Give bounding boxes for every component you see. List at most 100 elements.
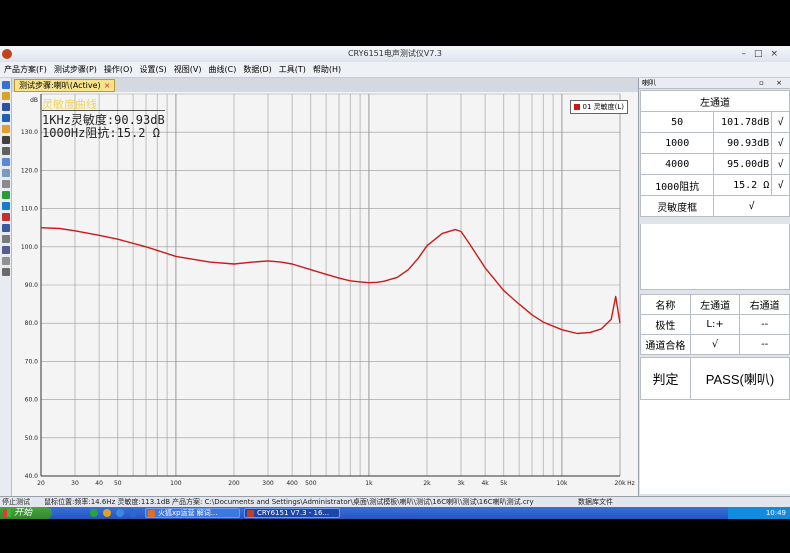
quicklaunch-icon[interactable]	[103, 509, 111, 517]
row-value: 90.93dB	[713, 132, 773, 154]
close-icon[interactable]: ×	[770, 49, 786, 59]
row-check: √	[771, 111, 790, 133]
tab-close-icon[interactable]: ×	[104, 81, 111, 90]
quicklaunch-icon[interactable]	[129, 509, 137, 517]
summary-header-name: 名称	[640, 294, 691, 315]
annotation-impedance: 1000Hz阻抗:15.2 Ω	[42, 126, 160, 140]
x-tick-label: 1k	[365, 480, 373, 487]
bottom-black-border	[0, 519, 790, 553]
play-icon[interactable]	[2, 191, 10, 199]
chart-icon[interactable]	[2, 180, 10, 188]
bars-icon[interactable]	[2, 246, 10, 254]
open-icon[interactable]	[2, 92, 10, 100]
plot-frame[interactable]: 40.0 50.0 60.0 70.0 80.0 90.0 100.0 110.0 120.0 1…	[12, 92, 638, 496]
table-row: 极性 L:+ --	[640, 314, 790, 335]
x-tick-label: 30	[71, 480, 79, 487]
y-tick-label: 90.0	[25, 282, 39, 289]
menu-curve[interactable]: 曲线(C)	[209, 64, 237, 75]
misc-icon[interactable]	[2, 268, 10, 276]
row-check: √	[771, 132, 790, 154]
row-value: 15.2 Ω	[713, 174, 773, 196]
verdict-label: 判定	[641, 358, 691, 399]
menu-settings[interactable]: 设置(S)	[139, 64, 166, 75]
print-icon[interactable]	[2, 136, 10, 144]
cursor-icon[interactable]	[2, 235, 10, 243]
menu-view[interactable]: 视图(V)	[174, 64, 202, 75]
y-tick-label: 130.0	[21, 129, 38, 136]
grid-icon[interactable]	[2, 169, 10, 177]
step-icon[interactable]	[2, 202, 10, 210]
row-label: 50	[639, 111, 715, 133]
row-check: √	[771, 153, 790, 175]
row-value: 95.00dB	[713, 153, 773, 175]
status-bar: 停止测试 鼠标位置:频率:14.6Hz 灵敏度:113.1dB 产品方案: C:…	[0, 496, 790, 507]
row-check: √	[713, 195, 790, 217]
table-row: 1000 90.93dB √	[639, 132, 790, 154]
y-tick-label: 50.0	[25, 435, 39, 442]
chart-legend: 01 灵敏度(L)	[569, 100, 628, 114]
result-panel: 喇叭 ▫ × 左通道 50 101.78dB √ 1000 90.93dB √ …	[638, 78, 790, 496]
panel-title: 喇叭	[642, 79, 656, 87]
menu-help[interactable]: 帮助(H)	[313, 64, 341, 75]
table-row: 50 101.78dB √	[639, 111, 790, 133]
app-icon	[247, 510, 254, 517]
x-tick-label: 3k	[457, 480, 465, 487]
window-titlebar[interactable]: CRY6151电声测试仪V7.3 –□×	[0, 46, 790, 62]
quicklaunch-icon[interactable]	[90, 509, 98, 517]
summary-cell: √	[689, 334, 741, 355]
window-icon[interactable]	[2, 158, 10, 166]
x-tick-label: 2k	[423, 480, 431, 487]
menu-file[interactable]: 产品方案(F)	[4, 64, 47, 75]
menu-tools[interactable]: 工具(T)	[279, 64, 306, 75]
status-state: 停止测试	[2, 498, 30, 506]
start-label: 开始	[14, 508, 33, 518]
tool-icon[interactable]	[2, 147, 10, 155]
table-row: 通道合格 √ --	[640, 334, 790, 355]
start-button[interactable]: 开始	[0, 507, 52, 519]
menu-operate[interactable]: 操作(O)	[104, 64, 133, 75]
tab-label: 测试步骤:喇叭(Active)	[19, 81, 101, 90]
table-row: 1000阻抗 15.2 Ω √	[639, 174, 790, 196]
window-controls[interactable]: –□×	[741, 46, 786, 62]
quicklaunch-icon[interactable]	[116, 509, 124, 517]
y-tick-label: 70.0	[25, 358, 39, 365]
y-unit-label: dB	[30, 97, 38, 104]
taskbar-item-browser[interactable]: 火狐xp运营 解词...	[145, 508, 240, 518]
taskbar-item-cry6151[interactable]: CRY6151 V7.3 - 16...	[244, 508, 340, 518]
browser-icon	[148, 510, 155, 517]
row-label: 1000阻抗	[639, 174, 715, 196]
y-tick-label: 100.0	[21, 244, 38, 251]
settings-icon[interactable]	[2, 257, 10, 265]
status-db: 数据库文件	[578, 498, 613, 506]
channel-result-table: 左通道 50 101.78dB √ 1000 90.93dB √ 4000 95…	[639, 90, 790, 217]
x-tick-label: 5k	[500, 480, 508, 487]
stop-icon[interactable]	[2, 213, 10, 221]
menu-bar: 产品方案(F) 测试步骤(P) 操作(O) 设置(S) 视图(V) 曲线(C) …	[0, 62, 790, 78]
x-tick-label: 50	[114, 480, 122, 487]
summary-cell: 极性	[640, 314, 691, 335]
y-tick-label: 40.0	[25, 473, 39, 480]
summary-cell: --	[739, 334, 790, 355]
menu-data[interactable]: 数据(D)	[243, 64, 271, 75]
taskbar: 开始 火狐xp运营 解词... CRY6151 V7.3 - 16... 10:…	[0, 507, 790, 519]
tab-test-step[interactable]: 测试步骤:喇叭(Active) ×	[14, 79, 116, 92]
panel-header: 喇叭 ▫ ×	[639, 78, 790, 89]
maximize-icon[interactable]: □	[754, 49, 771, 59]
table-blank-area	[640, 224, 790, 290]
panel-blank-area	[640, 400, 790, 494]
x-tick-label: 40	[95, 480, 103, 487]
panel-controls[interactable]: ▫ ×	[759, 78, 787, 89]
minimize-icon[interactable]: –	[741, 49, 754, 59]
folder-icon[interactable]	[2, 125, 10, 133]
x-unit-label: Hz	[627, 480, 635, 487]
new-icon[interactable]	[2, 81, 10, 89]
menu-test-steps[interactable]: 测试步骤(P)	[54, 64, 97, 75]
status-mouse: 鼠标位置:频率:14.6Hz 灵敏度:113.1dB	[44, 498, 171, 506]
x-tick-label: 400	[286, 480, 298, 487]
y-tick-label: 60.0	[25, 397, 39, 404]
clock[interactable]: 10:49	[766, 509, 786, 517]
save-icon[interactable]	[2, 103, 10, 111]
zoom-icon[interactable]	[2, 224, 10, 232]
list-icon[interactable]	[2, 114, 10, 122]
frequency-response-chart[interactable]: 40.0 50.0 60.0 70.0 80.0 90.0 100.0 110.0 120.0 1…	[12, 92, 638, 496]
